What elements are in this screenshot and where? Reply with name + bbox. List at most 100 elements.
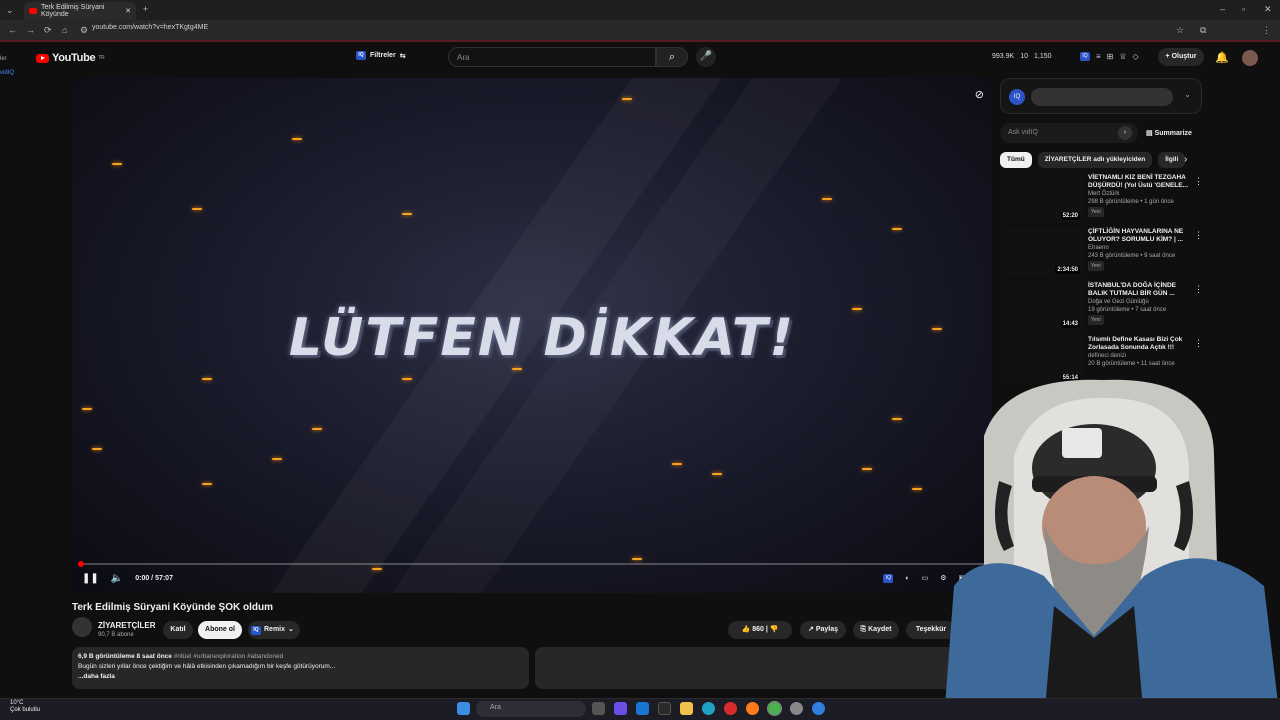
forward-icon[interactable]: →	[26, 25, 35, 35]
more-options-icon[interactable]: ⋮	[1194, 338, 1203, 349]
recommendation-item[interactable]: 52:20 VİETNAMLI KIZ BENİ TEZGAHA DÜŞÜRDÜ…	[1000, 174, 1200, 228]
start-menu-icon[interactable]	[457, 702, 470, 715]
vidiq-remix-icon: IQ	[251, 625, 261, 635]
rec-channel[interactable]: Doğa ve Gezi Günlüğü	[1088, 298, 1196, 306]
search-icon: ⌕	[668, 51, 676, 63]
extensions-icon[interactable]: ⧉	[1200, 25, 1206, 36]
copilot-icon[interactable]	[614, 702, 627, 715]
vidiq-control-icon[interactable]: IQ	[883, 573, 894, 583]
ember-spark	[632, 558, 642, 560]
more-link[interactable]: ...daha fazla	[78, 672, 523, 682]
video-thumbnail[interactable]: 2:34:50	[1000, 228, 1084, 276]
recommendation-item[interactable]: 14:43 İSTANBUL'DA DOĞA İÇİNDE BALIK TUTM…	[1000, 282, 1200, 336]
rec-channel[interactable]: Elraenn	[1088, 244, 1196, 252]
share-button[interactable]: ↗ Paylaş	[800, 621, 846, 639]
close-tab-icon[interactable]: ✕	[125, 7, 131, 15]
time-display: 0:00 / 57:07	[135, 574, 173, 582]
chip-all[interactable]: Tümü	[1000, 152, 1032, 168]
video-thumbnail[interactable]: 52:20	[1000, 174, 1084, 222]
rec-title[interactable]: ÇİFTLİĞİN HAYVANLARINA NE OLUYOR? SORUML…	[1088, 228, 1196, 244]
vidiq-stats: 993.9K 10 1,150	[992, 53, 1052, 60]
send-arrow-icon[interactable]: ›	[1118, 126, 1132, 140]
obs-icon[interactable]	[790, 702, 803, 715]
stat-views: 993.9K	[992, 53, 1015, 60]
file-explorer-icon[interactable]	[680, 702, 693, 715]
app-icon[interactable]	[812, 702, 825, 715]
bookmark-star-icon[interactable]: ☆	[1176, 25, 1184, 36]
ember-spark	[912, 488, 922, 490]
store-icon[interactable]	[658, 702, 671, 715]
summarize-button[interactable]: ▤ Summarize	[1146, 129, 1192, 137]
thumbs-down-icon[interactable]: 👎	[770, 626, 779, 633]
voice-search-button[interactable]: 🎤	[696, 47, 716, 67]
more-options-icon[interactable]: ⋮	[1194, 176, 1203, 187]
rec-meta: 19 görüntüleme • 7 saat önce	[1088, 307, 1167, 313]
taskbar-search-input[interactable]: Ara	[476, 701, 586, 717]
search-input[interactable]: Ara	[448, 47, 656, 67]
tab-menu-icon[interactable]: ⌄	[6, 5, 14, 16]
maximize-icon[interactable]: ▫	[1242, 4, 1245, 14]
volume-icon[interactable]: 🔈	[111, 573, 123, 584]
description-box[interactable]: 6,9 B görüntüleme 8 saat önce #ritüel #u…	[72, 647, 529, 689]
subtitles-icon[interactable]: ▭	[922, 574, 929, 582]
grid-icon[interactable]: ⊞	[1107, 52, 1114, 61]
chip-related[interactable]: İlgili	[1158, 152, 1186, 168]
site-info-icon[interactable]: ⚙	[80, 25, 88, 36]
youtube-logo[interactable]: YouTube TR	[36, 52, 105, 64]
hashtags[interactable]: #ritüel #urbanexploration #abandoned	[174, 653, 284, 660]
join-button[interactable]: Katıl	[163, 621, 193, 639]
filter-button[interactable]: IQ Filtreler ⇆	[356, 51, 406, 60]
remix-button[interactable]: IQ Remix ⌄	[248, 621, 300, 639]
close-window-icon[interactable]: ✕	[1264, 4, 1272, 15]
chrome-icon[interactable]	[767, 701, 782, 716]
sliders-icon: ⇆	[399, 52, 406, 60]
browser-tab[interactable]: Terk Edilmiş Süryani Köyünde ✕	[24, 2, 136, 20]
video-player[interactable]: LÜTFEN DİKKAT! ⊘ ❚❚ 🔈 0:00 / 57:07 IQ ◐ …	[72, 78, 992, 593]
rec-channel[interactable]: Mert Öztürk	[1088, 190, 1196, 198]
channel-name[interactable]: ZİYARETÇİLER	[98, 621, 156, 630]
save-button[interactable]: ⎘ Kaydet	[853, 621, 899, 639]
edge-icon[interactable]	[702, 702, 715, 715]
browser-menu-icon[interactable]: ⋮	[1262, 25, 1271, 36]
duration-badge: 52:20	[1060, 212, 1080, 220]
back-icon[interactable]: ←	[8, 25, 17, 35]
rec-channel[interactable]: defineci denizi	[1088, 352, 1196, 360]
cap-logo	[1062, 428, 1102, 458]
pause-icon[interactable]: ❚❚	[82, 573, 99, 584]
video-thumbnail[interactable]: 14:43	[1000, 282, 1084, 330]
tag-icon[interactable]: ◇	[1133, 52, 1139, 61]
reload-icon[interactable]: ⟳	[44, 25, 52, 36]
channel-avatar[interactable]	[72, 617, 92, 637]
task-view-icon[interactable]	[592, 702, 605, 715]
stat-videos: 10	[1020, 53, 1028, 60]
vidiq-player-icon[interactable]: ⊘	[975, 88, 984, 101]
weather-widget[interactable]: 10°C Çok bulutlu	[10, 700, 40, 714]
notifications-bell-icon[interactable]: 🔔	[1215, 51, 1229, 64]
outlook-icon[interactable]	[636, 702, 649, 715]
rec-title[interactable]: İSTANBUL'DA DOĞA İÇİNDE BALIK TUTMALI Bİ…	[1088, 282, 1196, 298]
more-options-icon[interactable]: ⋮	[1194, 230, 1203, 241]
firefox-icon[interactable]	[746, 702, 759, 715]
search-button[interactable]: ⌕	[656, 47, 688, 67]
rec-title[interactable]: VİETNAMLI KIZ BENİ TEZGAHA DÜŞÜRDÜ! (Yol…	[1088, 174, 1196, 190]
vidiq-icon[interactable]: IQ	[1080, 52, 1090, 61]
youtube-favicon-icon	[29, 8, 37, 14]
opera-icon[interactable]	[724, 702, 737, 715]
rec-title[interactable]: Tılsımlı Define Kasası Bizi Çok Zorlasad…	[1088, 336, 1196, 352]
menu-lines-icon[interactable]: ≡	[1096, 52, 1101, 61]
autoplay-toggle-icon[interactable]: ◐	[905, 575, 909, 582]
more-options-icon[interactable]: ⋮	[1194, 284, 1203, 295]
avatar[interactable]	[1242, 50, 1258, 66]
chevron-down-icon[interactable]: ⌄	[1184, 90, 1191, 99]
new-tab-icon[interactable]: +	[143, 4, 148, 14]
chip-uploader[interactable]: ZİYARETÇİLER adlı yükleyiciden	[1037, 152, 1153, 168]
subscribe-button[interactable]: Abone ol	[198, 621, 242, 639]
home-icon[interactable]: ⌂	[62, 25, 67, 35]
recommendation-item[interactable]: 2:34:50 ÇİFTLİĞİN HAYVANLARINA NE OLUYOR…	[1000, 228, 1200, 282]
minimize-icon[interactable]: –	[1220, 4, 1225, 14]
chips-next-icon[interactable]: ›	[1184, 154, 1187, 165]
url-text[interactable]: youtube.com/watch?v=hexTKgtg4ME	[92, 24, 208, 31]
trophy-icon[interactable]: ♕	[1119, 52, 1126, 61]
create-button[interactable]: + Oluştur	[1158, 48, 1204, 66]
like-button[interactable]: 👍 860 | 👎	[728, 621, 792, 639]
